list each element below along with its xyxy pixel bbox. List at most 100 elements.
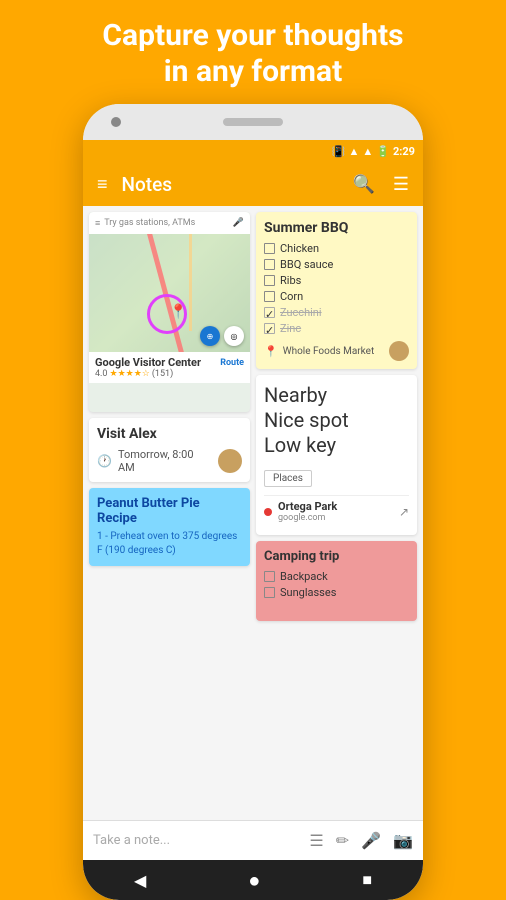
- app-title: Notes: [122, 173, 339, 196]
- ortega-name: Ortega Park: [278, 500, 393, 513]
- camping-title: Camping trip: [264, 549, 409, 564]
- map-pin: 📍: [170, 304, 187, 320]
- item-chicken-text: Chicken: [280, 242, 319, 255]
- map-bg: ≡ Try gas stations, ATMs 🎤 📍 ◎: [89, 212, 250, 352]
- menu-icon[interactable]: ≡: [93, 170, 112, 199]
- rating-value: 4.0: [95, 369, 108, 379]
- bbq-item-zucchini: ✓ Zucchini: [264, 306, 409, 319]
- recipe-text: 1 - Preheat oven to 375 degrees F (190 d…: [97, 530, 242, 558]
- clock-icon: 🕐: [97, 454, 112, 468]
- mic-icon[interactable]: 🎤: [361, 831, 381, 850]
- phone-shell: 📳 ▲ ▲ 🔋 2:29 ≡ Notes 🔍 ☰ ≡ T: [83, 104, 423, 900]
- battery-icon: 🔋: [376, 145, 390, 158]
- checkbox-sunglasses[interactable]: [264, 587, 275, 598]
- camping-note[interactable]: Camping trip Backpack Sunglasses: [256, 541, 417, 621]
- item-sunglasses-text: Sunglasses: [280, 586, 336, 599]
- vibrate-icon: 📳: [332, 145, 346, 158]
- route-button[interactable]: Route: [220, 358, 244, 368]
- phone-speaker: [223, 118, 283, 126]
- external-link-icon[interactable]: ↗: [399, 505, 409, 519]
- item-zucchini-text: Zucchini: [280, 306, 322, 319]
- ortega-row: Ortega Park google.com ↗: [264, 495, 409, 527]
- ortega-dot-icon: [264, 508, 272, 516]
- places-button[interactable]: Places: [264, 470, 312, 487]
- note-input-placeholder[interactable]: Take a note...: [93, 833, 309, 848]
- note-input-bar: Take a note... ☰ ✏ 🎤 📷: [83, 820, 423, 860]
- time-display: 2:29: [393, 145, 415, 158]
- item-zinc-text: Zinc: [280, 322, 301, 335]
- camping-item-backpack: Backpack: [264, 570, 409, 583]
- map-note[interactable]: ≡ Try gas stations, ATMs 🎤 📍 ◎: [89, 212, 250, 412]
- search-icon[interactable]: 🔍: [348, 170, 378, 199]
- signal-icon: ▲: [362, 145, 373, 158]
- ortega-info: Ortega Park google.com: [278, 500, 393, 523]
- list-icon[interactable]: ☰: [309, 831, 323, 850]
- nav-bar: ◀ ● ■: [83, 860, 423, 900]
- item-backpack-text: Backpack: [280, 570, 328, 583]
- square-button[interactable]: ■: [354, 862, 380, 898]
- content-area: ≡ Try gas stations, ATMs 🎤 📍 ◎: [83, 206, 423, 860]
- checkbox-corn[interactable]: [264, 291, 275, 302]
- recipe-title: Peanut Butter Pie Recipe: [97, 496, 242, 526]
- recipe-note[interactable]: Peanut Butter Pie Recipe 1 - Preheat ove…: [89, 488, 250, 566]
- home-button[interactable]: ●: [240, 860, 268, 900]
- visit-avatar: [218, 449, 242, 473]
- map-search-bar[interactable]: ≡ Try gas stations, ATMs 🎤: [89, 212, 250, 234]
- status-icons: 📳 ▲ ▲ 🔋 2:29: [332, 145, 415, 158]
- checkbox-chicken[interactable]: [264, 243, 275, 254]
- item-corn-text: Corn: [280, 290, 303, 303]
- checkbox-ribs[interactable]: [264, 275, 275, 286]
- back-button[interactable]: ◀: [126, 863, 154, 898]
- checkbox-zinc[interactable]: ✓: [264, 323, 275, 334]
- bbq-title: Summer BBQ: [264, 220, 409, 236]
- hero-text: Capture your thoughts in any format: [72, 0, 433, 104]
- map-bottom-info: Google Visitor Center Route 4.0 ★★★★☆ (1…: [89, 352, 250, 383]
- hero-line1: Capture your thoughts: [102, 18, 403, 53]
- notes-grid: ≡ Try gas stations, ATMs 🎤 📍 ◎: [83, 206, 423, 820]
- right-column: Summer BBQ Chicken BBQ sauce Ribs: [256, 212, 417, 814]
- bbq-item-corn: Corn: [264, 290, 409, 303]
- item-ribs-text: Ribs: [280, 274, 301, 287]
- menu-small-icon: ≡: [95, 218, 100, 229]
- nearby-line2: Nice spot: [264, 408, 409, 433]
- left-column: ≡ Try gas stations, ATMs 🎤 📍 ◎: [89, 212, 250, 814]
- nearby-line3: Low key: [264, 433, 409, 458]
- bottom-actions: ☰ ✏ 🎤 📷: [309, 831, 413, 850]
- more-icon[interactable]: ☰: [389, 170, 413, 199]
- app-toolbar: ≡ Notes 🔍 ☰: [83, 162, 423, 206]
- camping-item-sunglasses: Sunglasses: [264, 586, 409, 599]
- review-count: (151): [152, 369, 173, 379]
- ortega-url: google.com: [278, 513, 393, 523]
- visit-time-row: 🕐 Tomorrow, 8:00 AM: [97, 448, 242, 474]
- store-avatar: [389, 341, 409, 361]
- bbq-item-chicken: Chicken: [264, 242, 409, 255]
- wifi-icon: ▲: [348, 145, 359, 158]
- bbq-item-bbqsauce: BBQ sauce: [264, 258, 409, 271]
- star-icons: ★★★★☆: [110, 369, 150, 379]
- location-pin-icon: 📍: [264, 345, 278, 358]
- visit-time-text: Tomorrow, 8:00 AM: [118, 448, 212, 474]
- bbq-location: 📍 Whole Foods Market: [264, 341, 409, 361]
- phone-camera: [111, 117, 121, 127]
- bbq-note[interactable]: Summer BBQ Chicken BBQ sauce Ribs: [256, 212, 417, 369]
- phone-top-bar: [83, 104, 423, 140]
- mic-small-icon: 🎤: [233, 218, 244, 228]
- compass-button[interactable]: ◎: [224, 326, 244, 346]
- map-road-yellow: [189, 233, 192, 331]
- nearby-note[interactable]: Nearby Nice spot Low key Places Ortega P…: [256, 375, 417, 535]
- hero-line2: in any format: [164, 54, 343, 89]
- nearby-line1: Nearby: [264, 383, 409, 408]
- place-rating: 4.0 ★★★★☆ (151): [95, 369, 244, 379]
- visit-title: Visit Alex: [97, 426, 242, 442]
- visit-alex-note[interactable]: Visit Alex 🕐 Tomorrow, 8:00 AM: [89, 418, 250, 482]
- item-bbqsauce-text: BBQ sauce: [280, 258, 333, 271]
- checkbox-bbqsauce[interactable]: [264, 259, 275, 270]
- pencil-icon[interactable]: ✏: [336, 831, 349, 850]
- nearby-text: Nearby Nice spot Low key: [264, 383, 409, 458]
- checkbox-backpack[interactable]: [264, 571, 275, 582]
- bbq-location-name: Whole Foods Market: [283, 346, 375, 357]
- checkbox-zucchini[interactable]: ✓: [264, 307, 275, 318]
- location-button[interactable]: ⊕: [200, 326, 220, 346]
- camera-icon[interactable]: 📷: [393, 831, 413, 850]
- bbq-item-zinc: ✓ Zinc: [264, 322, 409, 335]
